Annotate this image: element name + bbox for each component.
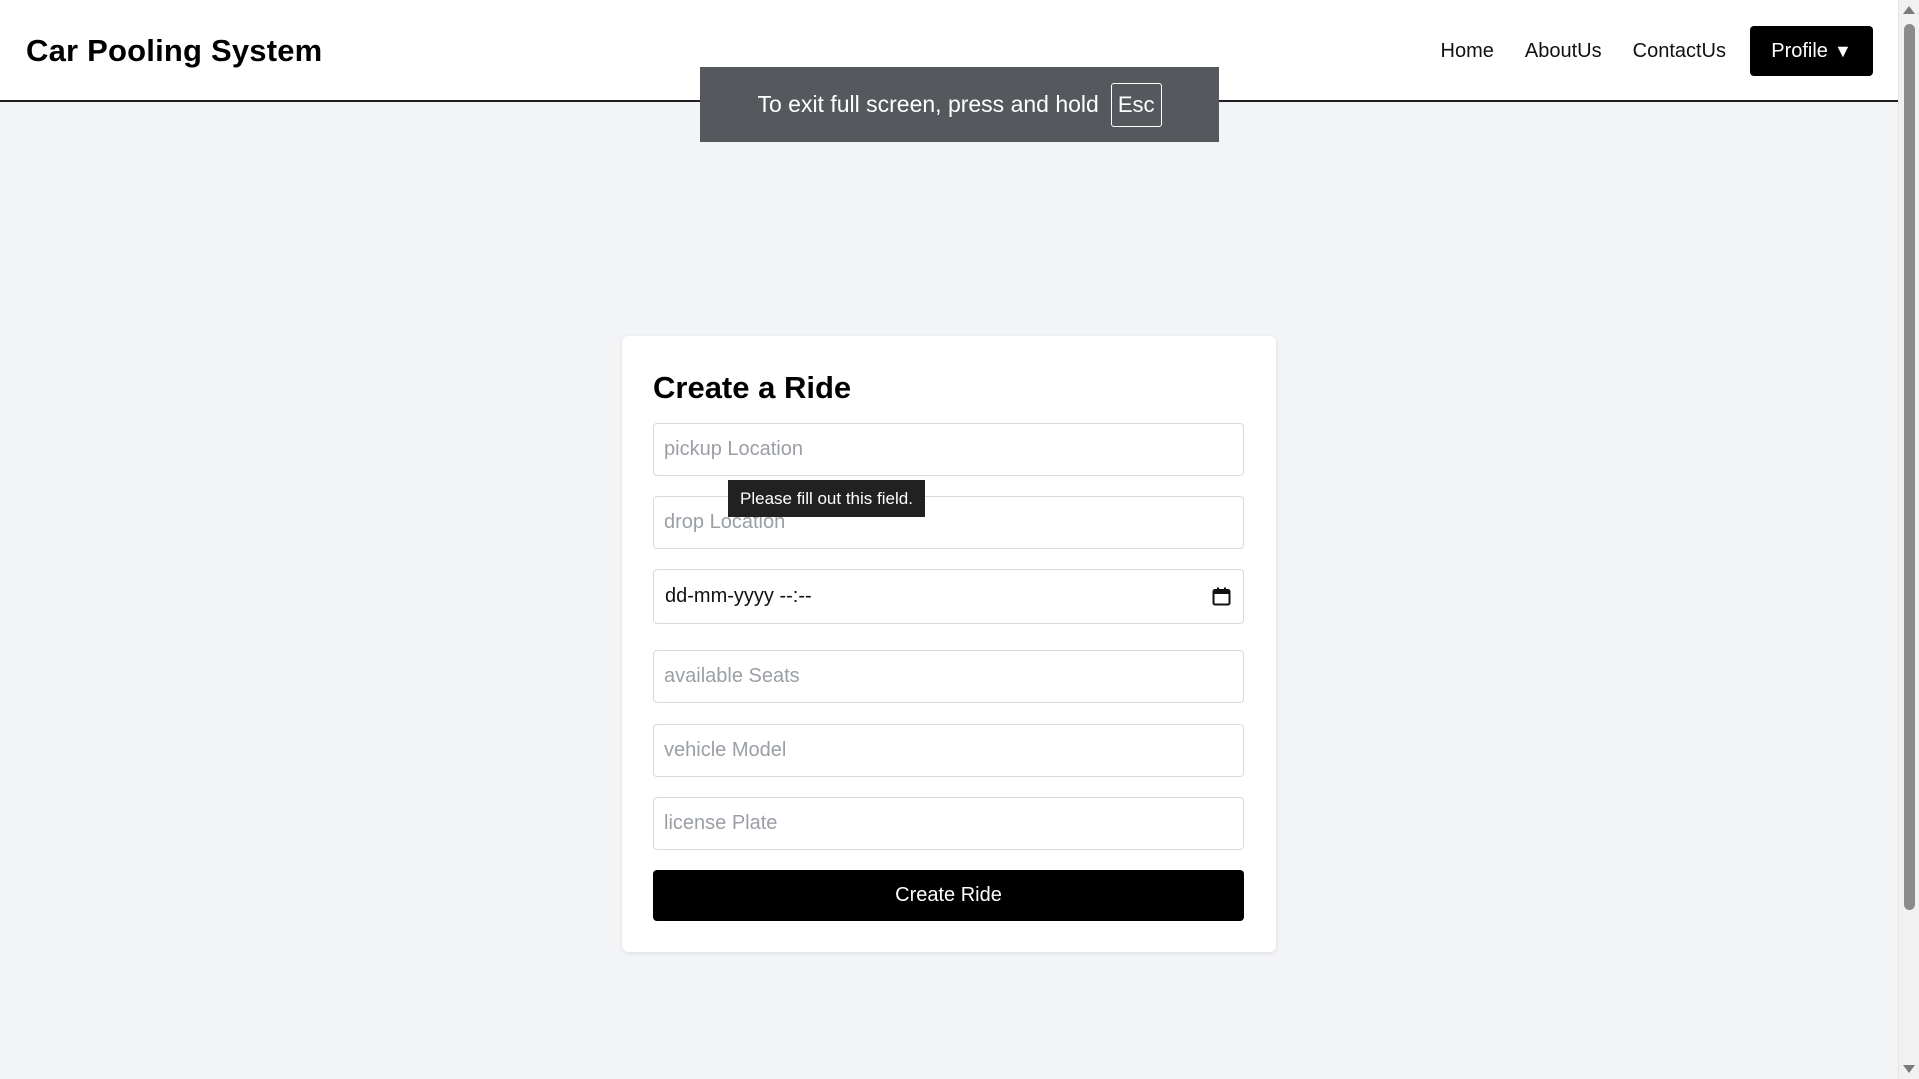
profile-label: Profile <box>1771 39 1828 62</box>
datetime-input[interactable]: dd-mm-yyyy --:-- <box>653 569 1244 624</box>
nav-contactus-link[interactable]: ContactUs <box>1633 40 1726 63</box>
form-title: Create a Ride <box>653 370 852 405</box>
profile-dropdown-button[interactable]: Profile ▼ <box>1750 26 1873 76</box>
create-ride-card: Create a Ride dd-mm-yyyy --:-- Create Ri… <box>622 336 1276 952</box>
calendar-icon[interactable] <box>1212 587 1231 606</box>
chevron-down-icon: ▼ <box>1833 40 1852 61</box>
brand-title: Car Pooling System <box>26 33 323 68</box>
pickup-location-input[interactable] <box>653 423 1244 476</box>
vertical-scrollbar[interactable] <box>1898 0 1919 1079</box>
license-plate-input[interactable] <box>653 797 1244 850</box>
datetime-value: dd-mm-yyyy --:-- <box>665 585 812 607</box>
fullscreen-exit-notice: To exit full screen, press and hold Esc <box>700 67 1219 142</box>
nav-links: Home AboutUs ContactUs <box>1441 40 1726 63</box>
fullscreen-notice-text: To exit full screen, press and hold <box>757 91 1099 117</box>
vehicle-model-input[interactable] <box>653 724 1244 777</box>
available-seats-input[interactable] <box>653 650 1244 703</box>
esc-key-badge: Esc <box>1110 82 1162 127</box>
validation-tooltip: Please fill out this field. <box>728 480 925 517</box>
scroll-down-arrow-icon[interactable] <box>1903 1065 1915 1073</box>
scrollbar-thumb[interactable] <box>1904 24 1915 910</box>
create-ride-button[interactable]: Create Ride <box>653 870 1244 921</box>
nav-home-link[interactable]: Home <box>1441 40 1494 63</box>
page-viewport: Car Pooling System Home AboutUs ContactU… <box>0 0 1898 1079</box>
nav-aboutus-link[interactable]: AboutUs <box>1525 40 1602 63</box>
scroll-up-arrow-icon[interactable] <box>1903 6 1915 14</box>
